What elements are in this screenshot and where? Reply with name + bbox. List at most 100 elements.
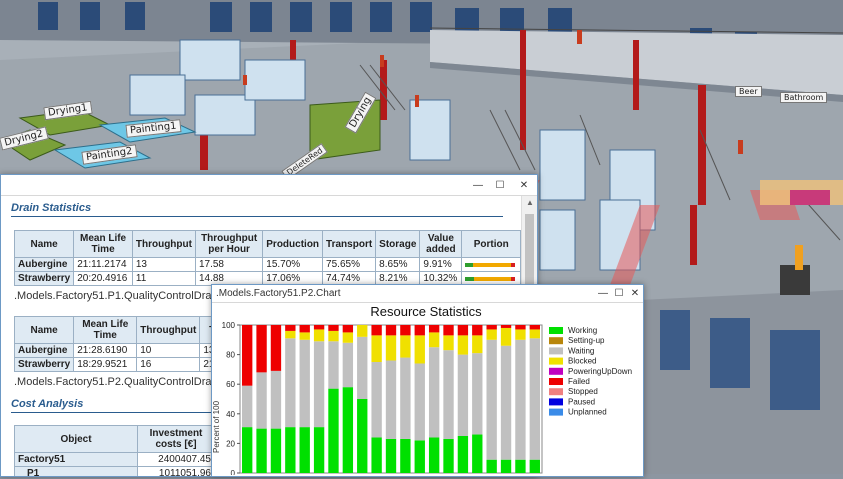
col-throughput: Throughput	[136, 316, 201, 344]
legend-swatch	[549, 367, 563, 375]
close-button[interactable]: ✕	[511, 175, 537, 195]
bar-segment-working	[414, 440, 425, 473]
table-row: P1 1011051.96	[14, 466, 215, 476]
legend-label: Stopped	[568, 387, 598, 396]
bar-segment-working	[285, 427, 296, 473]
bar-segment-working	[515, 459, 526, 473]
resource-statistics-chart[interactable]: Resource Statistics Percent of 100 0 20 40…	[212, 303, 641, 475]
bar-segment-working	[371, 437, 382, 473]
bar-segment-waiting	[242, 385, 253, 428]
scene-label-bathroom: Bathroom	[780, 92, 828, 103]
legend-swatch	[549, 327, 563, 334]
bar-segment-waiting	[328, 341, 339, 389]
bar-segment-blocked	[400, 335, 411, 358]
y-tick-label: 80	[226, 351, 235, 360]
chart-plot-area: 0 20 40 60 80 100	[222, 321, 543, 475]
bar-segment-blocked	[328, 330, 339, 342]
bar-segment-working	[428, 437, 440, 473]
bar-segment-blocked	[414, 335, 425, 364]
bar-segment-working	[400, 438, 411, 473]
drain-statistics-title: Drain Statistics	[11, 202, 503, 217]
col-transport: Transport	[322, 230, 377, 258]
bar-segment-waiting	[385, 360, 397, 439]
cell-name: Strawberry	[13, 271, 75, 286]
scene-label-beer: Beer	[735, 86, 762, 97]
bar-segment-waiting	[529, 338, 540, 460]
close-button[interactable]: ✕	[627, 285, 643, 302]
col-object: Object	[14, 425, 138, 453]
cell-prod: 15.70%	[262, 257, 324, 272]
bar-segment-working	[529, 459, 540, 473]
cell-life: 21:11.2174	[73, 257, 133, 272]
minimize-button[interactable]: —	[467, 175, 489, 195]
legend-swatch	[549, 398, 563, 406]
bar-segment-working	[270, 428, 282, 473]
bar-segment-blocked	[472, 335, 483, 354]
portion-bar	[465, 276, 516, 281]
cell-investment: 1011051.96	[137, 466, 215, 476]
y-tick-label: 20	[226, 439, 235, 448]
scroll-up-icon[interactable]: ▲	[526, 198, 534, 207]
bar-segment-blocked	[313, 329, 325, 342]
bar-segment-waiting	[457, 354, 469, 436]
bar-segment-waiting	[256, 372, 267, 429]
maximize-button[interactable]: ☐	[489, 175, 511, 195]
bar-segment-failed	[328, 325, 339, 331]
bar-segment-blocked	[428, 332, 440, 348]
bar-segment-blocked	[486, 329, 497, 340]
legend-label: Setting-up	[568, 336, 605, 345]
cell-tph: 17.58	[194, 257, 264, 272]
bar-segment-failed	[400, 325, 411, 336]
bar-segment-working	[443, 438, 454, 473]
bar-segment-failed	[515, 325, 526, 330]
maximize-button[interactable]: ☐	[611, 285, 627, 302]
bar-segment-waiting	[472, 353, 483, 435]
chart-window[interactable]: .Models.Factory51.P2.Chart — ☐ ✕ Resourc…	[211, 284, 644, 477]
bar-segment-blocked	[342, 332, 354, 343]
col-investment-costs: Investment costs [€]	[137, 425, 215, 453]
legend-swatch	[549, 347, 563, 355]
table-header-row: Name Mean Life Time Throughput Throughpu…	[13, 230, 521, 258]
bar-segment-failed	[299, 325, 310, 333]
bar-segment-blocked	[500, 327, 512, 346]
cell-name: Aubergine	[13, 343, 75, 358]
bar-segment-failed	[270, 325, 282, 371]
col-mean-life-time: Mean Life Time	[73, 316, 138, 344]
chart-window-title: .Models.Factory51.P2.Chart	[216, 288, 341, 299]
bar-segment-failed	[500, 325, 512, 328]
chart-titlebar[interactable]: .Models.Factory51.P2.Chart — ☐ ✕	[212, 285, 643, 303]
bar-segment-working	[385, 438, 397, 473]
bar-segment-failed	[414, 325, 425, 336]
legend-label: Failed	[568, 377, 590, 386]
bar-segment-working	[242, 427, 253, 473]
cost-table: Object Investment costs [€] Factory51 24…	[14, 425, 215, 476]
bar-segment-waiting	[414, 363, 425, 441]
chart-legend: WorkingSetting-upWaiting BlockedPoweringU…	[549, 326, 632, 417]
bar-segment-waiting	[500, 345, 512, 460]
scrollbar-thumb[interactable]	[525, 214, 534, 294]
bar-segment-waiting	[342, 342, 354, 388]
cell-tp: 13	[131, 257, 196, 272]
bar-segment-blocked	[299, 332, 310, 340]
cell-life: 20:20.4916	[73, 271, 133, 286]
bar-segment-waiting	[371, 362, 382, 438]
minimize-button[interactable]: —	[595, 285, 611, 302]
bar-segment-working	[328, 388, 339, 473]
col-throughput: Throughput	[131, 230, 196, 258]
bar-segment-working	[486, 459, 497, 473]
bar-segment-working	[256, 428, 267, 473]
bar-segment-failed	[242, 325, 253, 386]
table-header-row: Object Investment costs [€]	[14, 425, 215, 453]
bar-segment-blocked	[371, 335, 382, 362]
legend-swatch	[549, 337, 563, 345]
report-titlebar[interactable]: — ☐ ✕	[1, 175, 537, 196]
bar-segment-failed	[371, 325, 382, 336]
cell-object: P1	[14, 466, 138, 476]
y-tick-label: 0	[231, 469, 236, 475]
legend-swatch	[549, 378, 563, 385]
col-throughput-per-hour: Throughput per Hour	[194, 230, 264, 258]
bar-segment-blocked	[385, 335, 397, 361]
bar-segment-working	[500, 459, 512, 473]
table-row: Aubergine 21:11.2174 13 17.58 15.70% 75.…	[13, 257, 521, 272]
bar-segment-failed	[529, 325, 540, 330]
